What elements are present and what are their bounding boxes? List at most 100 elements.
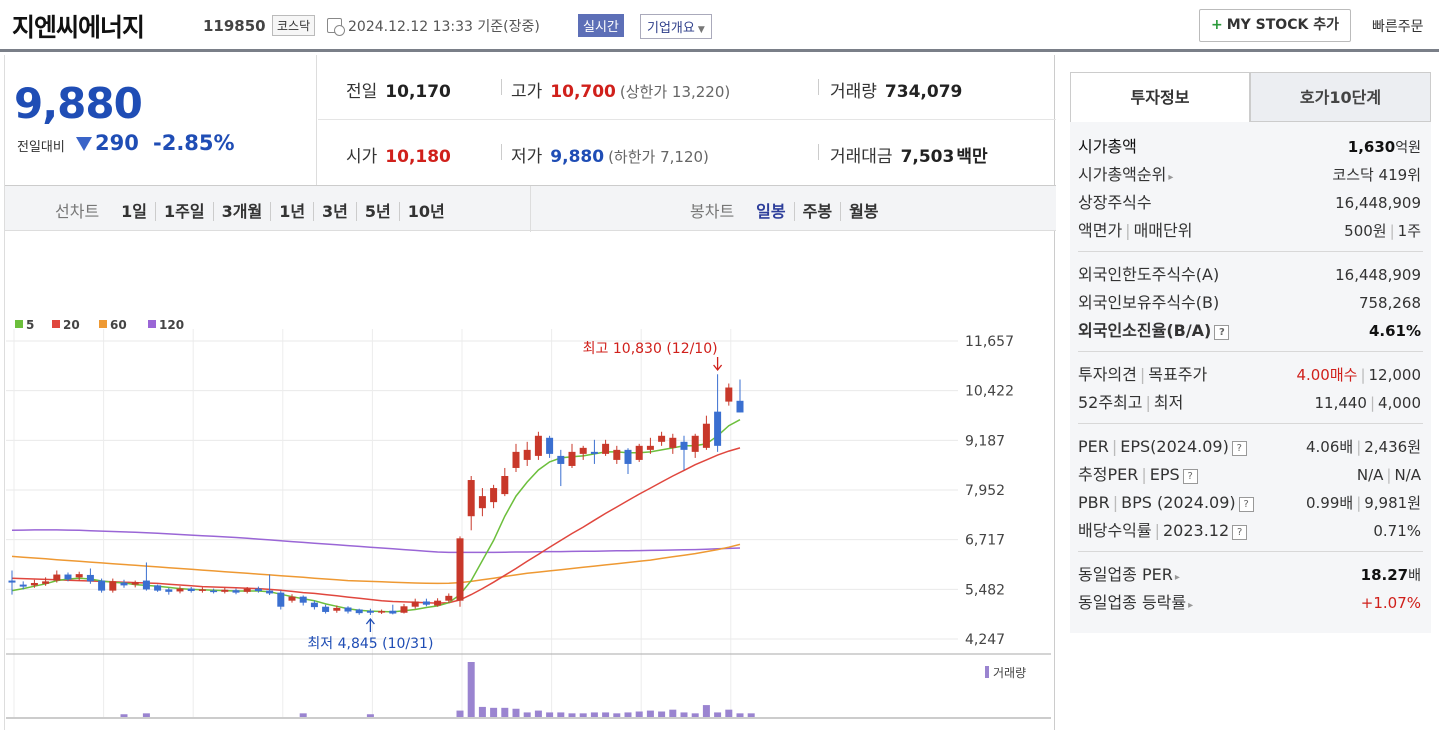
opinion-value: 4.00매수 | 12,000 <box>1296 366 1421 384</box>
candle-body <box>266 590 274 594</box>
line-period-1[interactable]: 1주일 <box>155 202 213 221</box>
line-period-4[interactable]: 3년 <box>313 202 356 221</box>
high-value: 10,700 <box>550 82 616 102</box>
volume-legend-label: 거래량 <box>993 666 1026 680</box>
market-cap-unit: 억원 <box>1395 140 1421 156</box>
tab-investment-info[interactable]: 투자정보 <box>1070 72 1250 122</box>
volume-bar <box>646 710 654 717</box>
candle-body <box>322 606 330 612</box>
volume-bar <box>568 713 576 717</box>
add-my-stock-button[interactable]: + MY STOCK 추가 <box>1199 9 1351 42</box>
per-value: 4.06배 | 2,436원 <box>1305 438 1421 456</box>
market-cap-row: 시가총액 1,630억원 <box>1078 133 1423 161</box>
line-period-6[interactable]: 10년 <box>398 202 453 221</box>
help-icon[interactable]: ? <box>1238 497 1254 512</box>
market-cap-section: 시가총액 1,630억원 시가총액순위 ▸ 코스닥 419위 상장주식수 16,4… <box>1078 130 1423 252</box>
candle-body <box>176 588 184 592</box>
candle-body <box>198 589 206 591</box>
candle-body <box>75 574 83 578</box>
candle-body <box>400 606 408 613</box>
y-tick-label: 9,187 <box>965 433 1005 449</box>
pbr-row: PBR | BPS (2024.09)? 0.99배 | 9,981원 <box>1078 489 1423 517</box>
candle-body <box>602 443 610 454</box>
low-label: 저가 <box>511 147 543 167</box>
volume-legend-swatch <box>985 666 989 678</box>
day-high: 고가 10,700 (상한가 13,220) <box>511 77 730 102</box>
line-period-3[interactable]: 1년 <box>270 202 314 221</box>
amount-unit: 백만 <box>956 147 988 167</box>
line-period-5[interactable]: 5년 <box>355 202 399 221</box>
legend-label: 20 <box>63 318 80 332</box>
sector-change-number: +1.07% <box>1360 594 1421 612</box>
amount-value: 7,503 <box>900 147 955 167</box>
candle-body <box>42 581 50 584</box>
change-label: 전일대비 <box>17 140 65 155</box>
week52-low-value: 4,000 <box>1378 394 1421 412</box>
candle-period-1[interactable]: 주봉 <box>793 202 841 221</box>
est-per-label-text: 추정PER <box>1078 465 1139 484</box>
market-status: 기준(장중) <box>477 19 540 35</box>
candle-chart-label: 봉차트 <box>690 202 735 221</box>
trade-unit-value: 1주 <box>1397 222 1421 240</box>
candle-period-2[interactable]: 월봉 <box>840 202 887 221</box>
candle-chart-items: 일봉 주봉 월봉 <box>748 202 887 221</box>
candle-chart-periods: 봉차트 일봉 주봉 월봉 <box>690 198 887 222</box>
candle-body <box>310 602 318 608</box>
shares-row: 상장주식수 16,448,909 <box>1078 189 1423 217</box>
foreign-ratio-value: 4.61% <box>1369 317 1421 345</box>
daily-candle-chart[interactable]: 11,65710,4229,1877,9526,7175,4824,24709/… <box>5 231 1055 728</box>
volume-bar <box>142 713 150 717</box>
candle-body <box>154 585 162 591</box>
candle-body <box>422 601 430 605</box>
market-cap-rank-label: 시가총액순위 ▸ <box>1078 161 1173 192</box>
help-icon[interactable]: ? <box>1232 525 1248 540</box>
change-amount: 290 <box>95 131 139 155</box>
divider <box>818 144 819 160</box>
help-icon[interactable]: ? <box>1214 325 1230 340</box>
candle-body <box>658 435 666 442</box>
sector-per-row[interactable]: 동일업종 PER ▸ 18.27배 <box>1078 561 1423 589</box>
legend-label: 5 <box>26 318 34 332</box>
market-cap-rank-row[interactable]: 시가총액순위 ▸ 코스닥 419위 <box>1078 161 1423 189</box>
foreign-limit-value: 16,448,909 <box>1335 266 1421 284</box>
volume-bar <box>523 712 531 717</box>
down-triangle-icon <box>76 137 92 151</box>
tab-order-book[interactable]: 호가10단계 <box>1250 72 1431 122</box>
help-icon[interactable]: ? <box>1231 441 1247 456</box>
plus-icon: + <box>1211 17 1223 33</box>
legend-label: 60 <box>110 318 127 332</box>
line-period-0[interactable]: 1일 <box>113 202 155 221</box>
candle-body <box>579 447 587 454</box>
valuation-section: PER | EPS(2024.09)? 4.06배 | 2,436원 추정PER | EPS… <box>1078 430 1423 552</box>
company-overview-dropdown[interactable]: 기업개요 ▼ <box>640 14 712 39</box>
candle-body <box>501 476 509 495</box>
candle-period-0[interactable]: 일봉 <box>748 202 793 221</box>
shares-value: 16,448,909 <box>1335 194 1421 212</box>
candle-body <box>714 411 722 446</box>
dividend-date: 2023.12 <box>1163 521 1230 540</box>
candle-body <box>187 588 195 592</box>
change-rate: -2.85% <box>153 131 235 155</box>
sector-change-row[interactable]: 동일업종 등락률 ▸ +1.07% <box>1078 589 1423 617</box>
candle-body <box>210 590 218 593</box>
market-badge: 코스닥 <box>272 15 316 36</box>
sector-section: 동일업종 PER ▸ 18.27배 동일업종 등락률 ▸ +1.07% <box>1078 558 1423 623</box>
foreign-limit-row: 외국인한도주식수(A) 16,448,909 <box>1078 261 1423 289</box>
quote-row-2: 시가 10,180 저가 9,880 (하한가 7,120) 거래대금 7,503 백만 <box>318 120 1056 185</box>
volume-bar <box>736 713 744 717</box>
open-label: 시가 <box>346 147 378 167</box>
quick-order-link[interactable]: 빠른주문 <box>1372 16 1424 36</box>
week52-high-value: 11,440 <box>1314 394 1367 412</box>
help-icon[interactable]: ? <box>1182 469 1198 484</box>
line-period-2[interactable]: 3개월 <box>212 202 271 221</box>
candle-body <box>624 449 632 464</box>
day-low: 저가 9,880 (하한가 7,120) <box>511 142 709 167</box>
rank-label-text: 시가총액순위 <box>1078 165 1167 184</box>
realtime-badge[interactable]: 실시간 <box>578 14 624 37</box>
candle-body <box>613 449 621 460</box>
line-chart-periods: 선차트 1일 1주일 3개월 1년 3년 5년 10년 <box>55 198 453 222</box>
investment-info-panel: 투자정보 호가10단계 시가총액 1,630억원 시가총액순위 ▸ 코스닥 419… <box>1070 72 1431 633</box>
dividend-value: 0.71% <box>1373 522 1421 540</box>
week52-value: 11,440 | 4,000 <box>1314 394 1421 412</box>
sector-change-label-text: 동일업종 등락률 <box>1078 593 1187 612</box>
